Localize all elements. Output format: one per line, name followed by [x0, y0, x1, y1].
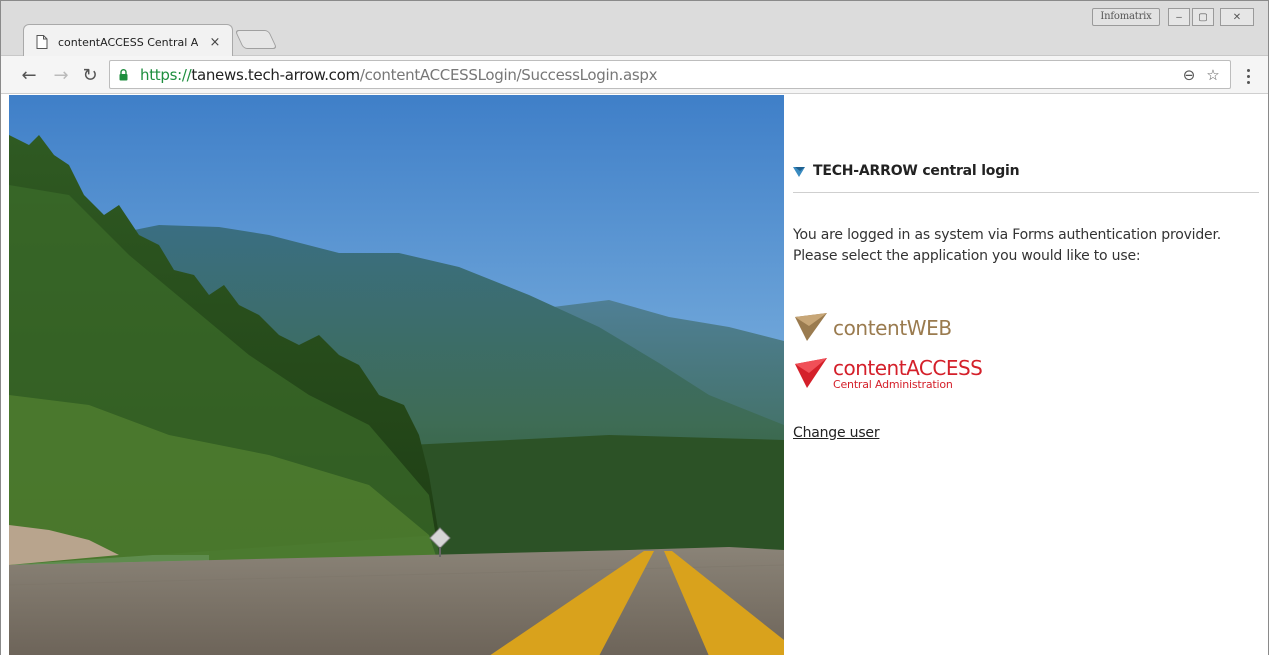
page-title: TECH-ARROW central login	[813, 163, 1020, 179]
contentaccess-subtitle: Central Administration	[833, 378, 953, 391]
message-line-2: Please select the application you would …	[793, 248, 1141, 264]
back-icon[interactable]: ←	[19, 65, 39, 86]
browser-tab[interactable]: contentACCESS Central Ad ×	[23, 24, 233, 57]
landscape-image	[9, 95, 784, 655]
minimize-button[interactable]: –	[1168, 8, 1190, 26]
url-path: /contentACCESSLogin/SuccessLogin.aspx	[359, 66, 658, 84]
change-user-link[interactable]: Change user	[793, 425, 880, 441]
zoom-icon[interactable]: ⊖	[1180, 66, 1198, 84]
contentweb-link[interactable]: contentWEB	[793, 313, 952, 343]
contentweb-label: contentWEB	[833, 316, 952, 340]
reload-icon[interactable]: ↻	[80, 65, 100, 86]
close-window-button[interactable]: ✕	[1220, 8, 1254, 26]
maximize-button[interactable]: ▢	[1192, 8, 1214, 26]
arrow-logo-icon	[793, 167, 805, 177]
url-text[interactable]: https://tanews.tech-arrow.com/contentACC…	[140, 66, 658, 84]
contentaccess-label: contentACCESS	[833, 356, 983, 380]
tab-strip: contentACCESS Central Ad × Infomatrix – …	[1, 1, 1268, 57]
profile-button[interactable]: Infomatrix	[1092, 8, 1160, 26]
forward-icon[interactable]: →	[51, 65, 71, 86]
lock-icon	[119, 69, 128, 81]
bookmark-star-icon[interactable]: ☆	[1204, 66, 1222, 84]
contentaccess-link[interactable]: contentACCESS Central Administration	[793, 356, 983, 391]
url-host: tanews.tech-arrow.com	[191, 66, 360, 84]
message-line-1: You are logged in as system via Forms au…	[793, 227, 1221, 243]
browser-menu-icon[interactable]	[1241, 65, 1255, 87]
panel-header: TECH-ARROW central login	[793, 163, 1259, 193]
page-content: TECH-ARROW central login You are logged …	[1, 95, 1268, 655]
login-panel: TECH-ARROW central login You are logged …	[793, 95, 1259, 655]
address-bar[interactable]: https://tanews.tech-arrow.com/contentACC…	[109, 60, 1231, 89]
page-icon	[36, 35, 48, 49]
tab-title: contentACCESS Central Ad	[58, 35, 198, 49]
browser-toolbar: ← → ↻ https://tanews.tech-arrow.com/cont…	[1, 56, 1268, 94]
login-message: You are logged in as system via Forms au…	[793, 225, 1259, 267]
contentweb-logo-icon	[795, 313, 827, 341]
new-tab-button[interactable]	[234, 30, 278, 49]
tab-close-icon[interactable]: ×	[208, 35, 222, 50]
window-controls: – ▢ ✕	[1168, 8, 1254, 26]
contentaccess-logo-icon	[795, 358, 827, 388]
browser-window: contentACCESS Central Ad × Infomatrix – …	[0, 0, 1269, 655]
url-scheme: https://	[140, 66, 192, 84]
